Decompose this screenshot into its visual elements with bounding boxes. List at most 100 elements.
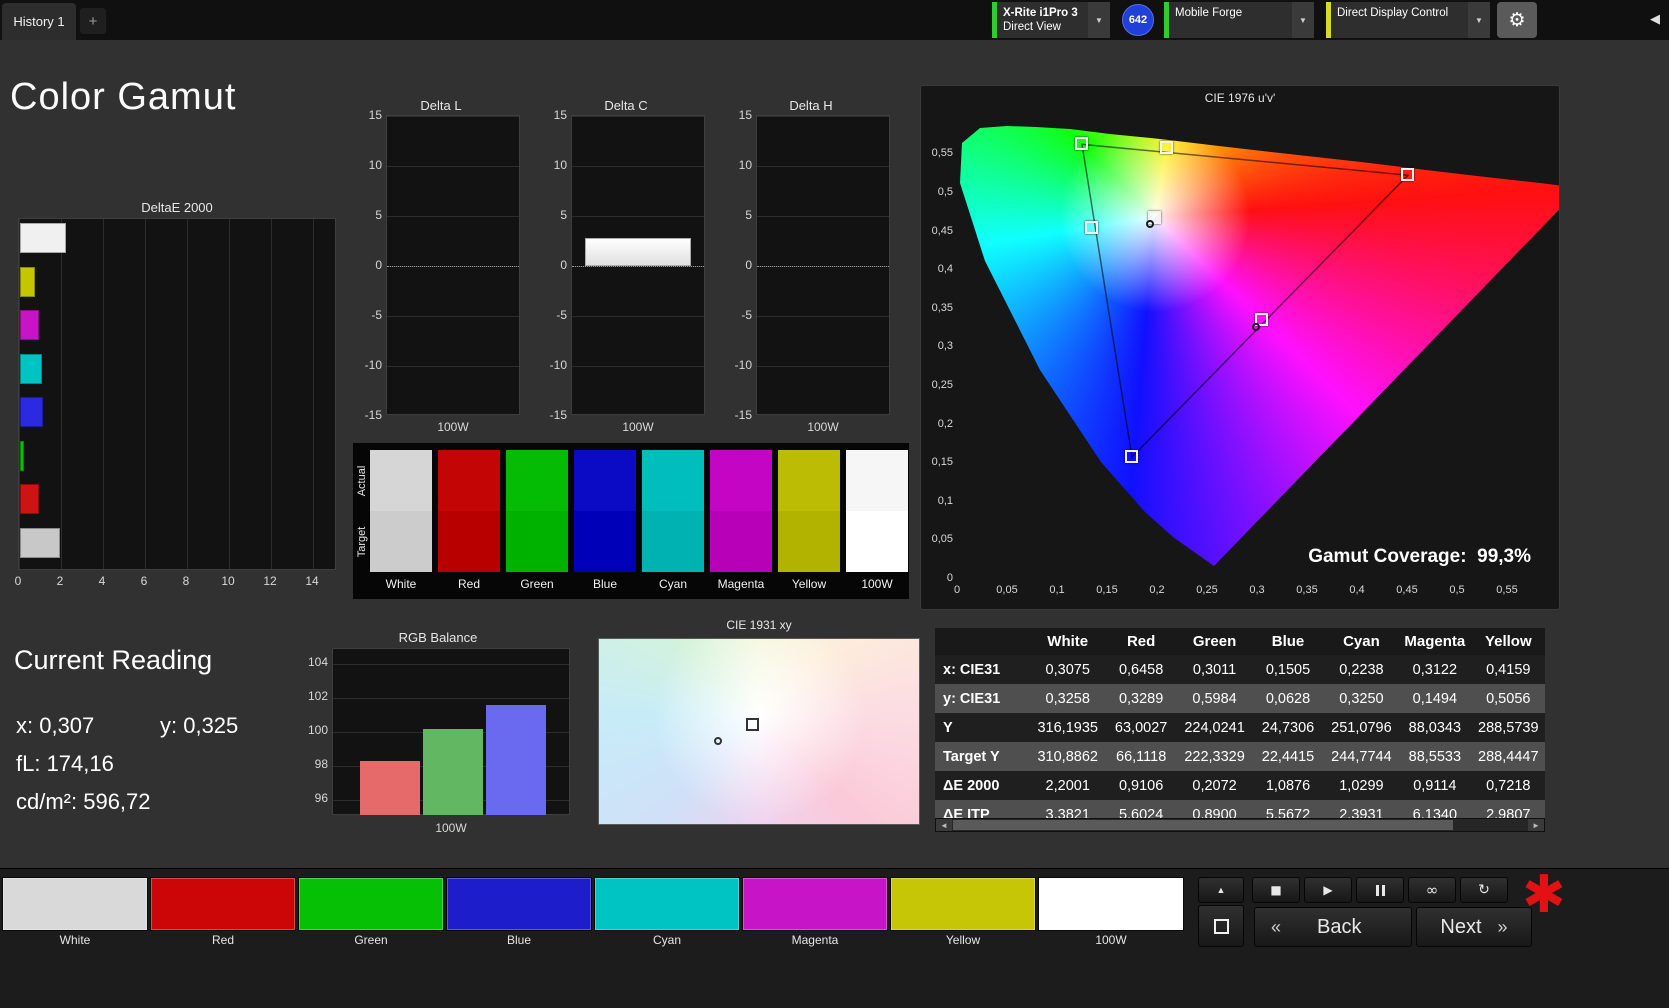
delta-c-plot <box>571 115 705 415</box>
table-cell: 5,6024 <box>1104 800 1178 818</box>
loop-button[interactable]: ∞ <box>1408 877 1456 903</box>
table-cell: 0,3011 <box>1177 655 1252 684</box>
chart-title: CIE 1976 u'v' <box>1204 91 1276 105</box>
pattern-button-cyan[interactable]: Cyan <box>594 877 740 949</box>
table-cell: 0,7218 <box>1471 771 1545 800</box>
table-cell: 224,0241 <box>1177 713 1252 742</box>
table-cell: 0,2072 <box>1177 771 1252 800</box>
actual-swatch <box>370 450 432 511</box>
row-label: ΔE ITP <box>935 800 1031 818</box>
pattern-button-100w[interactable]: 100W <box>1038 877 1184 949</box>
display-control-dropdown[interactable]: Direct Display Control ▼ <box>1326 2 1490 38</box>
deltae2000-chart: DeltaE 2000 0 2 4 6 8 10 12 14 <box>15 200 336 600</box>
stop-icon: ■ <box>1270 883 1282 897</box>
compare-column-cyan: Cyan <box>642 450 704 593</box>
delta-l-plot <box>386 115 520 415</box>
plus-icon: + <box>88 12 98 30</box>
table-cell: 0,3289 <box>1104 684 1178 713</box>
chevron-down-icon: ▼ <box>1468 2 1490 38</box>
pattern-button-yellow[interactable]: Yellow <box>890 877 1036 949</box>
x-axis-label: 100W <box>435 821 467 835</box>
pattern-button-green[interactable]: Green <box>298 877 444 949</box>
target-swatch <box>506 511 568 572</box>
table-cell: 3,3821 <box>1031 800 1105 818</box>
left-arrow-icon: ◀ <box>1650 11 1660 26</box>
actual-swatch <box>574 450 636 511</box>
zero-line <box>572 266 704 267</box>
row-label: Y <box>935 713 1031 742</box>
scrollbar-thumb[interactable] <box>953 820 1453 830</box>
target-swatch <box>574 511 636 572</box>
pattern-button-white[interactable]: White <box>2 877 148 949</box>
table-cell: 24,7306 <box>1251 713 1325 742</box>
target-marker-white <box>745 718 759 732</box>
deltae-bar-red <box>20 484 40 514</box>
rgb-bar-blue <box>486 704 546 815</box>
table-cell: 0,9106 <box>1104 771 1178 800</box>
table-cell: 0,6458 <box>1104 655 1178 684</box>
target-swatch <box>846 511 908 572</box>
compare-column-magenta: Magenta <box>710 450 772 593</box>
row-label: y: CIE31 <box>935 684 1031 713</box>
chevron-down-icon: ▼ <box>1292 2 1314 38</box>
pattern-button-red[interactable]: Red <box>150 877 296 949</box>
gamut-coverage: Gamut Coverage: 99,3% <box>1308 546 1531 567</box>
current-reading-title: Current Reading <box>14 645 213 675</box>
double-right-chevron-icon: » <box>1497 916 1508 937</box>
blank-pattern-button[interactable] <box>1198 905 1244 947</box>
pause-button[interactable] <box>1356 877 1404 903</box>
chart-title: CIE 1931 xy <box>726 618 792 632</box>
compare-column-green: Green <box>506 450 568 593</box>
play-button[interactable]: ▶ <box>1304 877 1352 903</box>
pause-icon <box>1375 884 1385 896</box>
table-header: Cyan <box>1324 628 1399 655</box>
deltae-bar-100w <box>20 527 60 558</box>
actual-swatch <box>642 450 704 511</box>
delta-c-bar <box>585 238 691 266</box>
table-header: Yellow <box>1471 628 1545 655</box>
x-axis-label: 100W <box>807 420 839 434</box>
row-label: x: CIE31 <box>935 655 1031 684</box>
table-header <box>935 628 1031 655</box>
up-arrow-icon: ▲ <box>1216 885 1226 895</box>
cie1931-panel: CIE 1931 xy <box>598 618 920 830</box>
table-cell: 0,0628 <box>1251 684 1325 713</box>
table-cell: 0,8900 <box>1177 800 1252 818</box>
page-title: Color Gamut <box>10 76 237 118</box>
pattern-button-blue[interactable]: Blue <box>446 877 592 949</box>
table-cell: 1,0876 <box>1251 771 1325 800</box>
meter-dropdown[interactable]: X-Rite i1Pro 3 Direct View ▼ <box>992 2 1110 38</box>
meter-count-badge: 642 <box>1122 4 1154 36</box>
table-header: White <box>1031 628 1105 655</box>
add-tab-button[interactable]: + <box>80 8 106 34</box>
scroll-right-button[interactable]: ► <box>1528 819 1544 831</box>
table-cell: 288,5739 <box>1471 713 1545 742</box>
chart-title: Delta C <box>604 98 648 113</box>
chart-title: Delta H <box>789 98 833 113</box>
pattern-source-dropdown[interactable]: Mobile Forge ▼ <box>1164 2 1314 38</box>
settings-button[interactable]: ⚙ <box>1497 2 1537 38</box>
delta-l-panel: Delta L 15 10 5 0 -5 -10 -15 100W <box>360 98 522 438</box>
table-cell: 63,0027 <box>1104 713 1178 742</box>
pattern-swatch <box>298 877 444 931</box>
pattern-swatch <box>890 877 1036 931</box>
refresh-button[interactable]: ↻ <box>1460 877 1508 903</box>
history-tab[interactable]: History 1 <box>2 3 76 40</box>
table-cell: 0,3075 <box>1031 655 1105 684</box>
back-button[interactable]: « Back <box>1254 907 1412 947</box>
square-icon <box>1213 918 1229 934</box>
next-button[interactable]: Next » <box>1416 907 1532 947</box>
scroll-left-button[interactable]: ◄ <box>936 819 952 831</box>
x-axis-label: 100W <box>622 420 654 434</box>
table-cell: 88,5533 <box>1398 742 1472 771</box>
deltae-bar-white <box>20 223 67 253</box>
table-scrollbar[interactable]: ◄ ► <box>935 818 1545 832</box>
collapse-panel-button[interactable]: ◀ <box>1650 11 1660 27</box>
target-swatch <box>710 511 772 572</box>
pattern-button-magenta[interactable]: Magenta <box>742 877 888 949</box>
gear-icon: ⚙ <box>1508 9 1526 31</box>
pattern-up-button[interactable]: ▲ <box>1198 877 1244 903</box>
rgb-bar-green <box>423 728 483 815</box>
stop-button[interactable]: ■ <box>1252 877 1300 903</box>
display-control-name: Direct Display Control <box>1337 7 1449 19</box>
